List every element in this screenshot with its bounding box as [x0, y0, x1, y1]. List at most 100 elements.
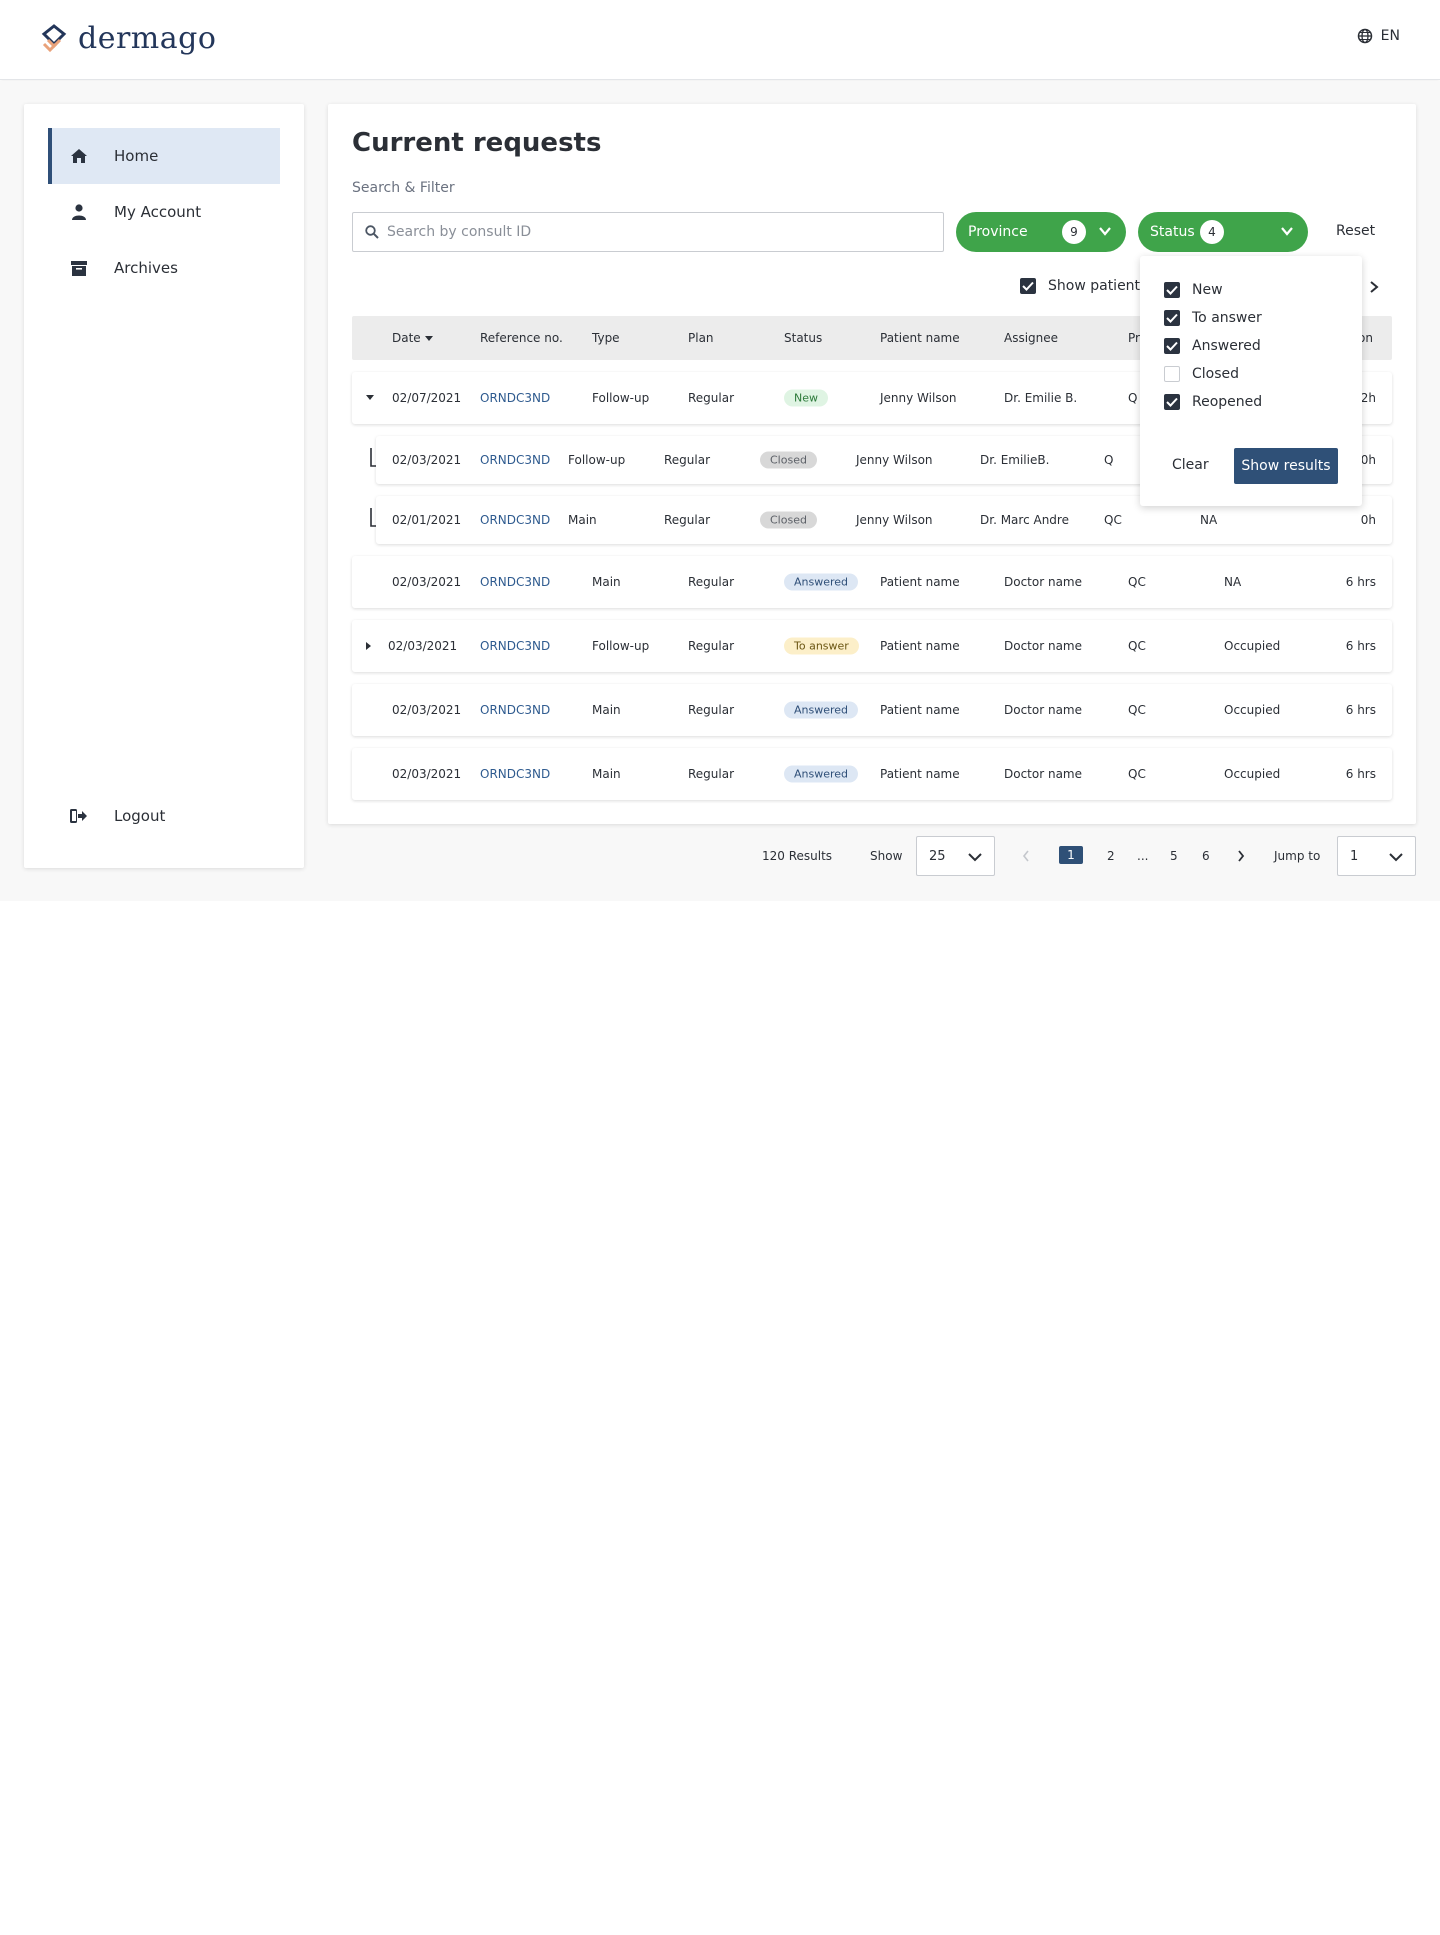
status-option-to-answer[interactable]: To answer [1164, 310, 1262, 326]
page-size-select[interactable]: 25 [916, 836, 995, 876]
status-option-answered[interactable]: Answered [1164, 338, 1261, 354]
clear-button[interactable]: Clear [1172, 457, 1209, 473]
cell-type: Main [568, 513, 597, 527]
cell-assignee: Doctor name [1004, 703, 1083, 717]
home-icon [66, 148, 92, 164]
checkbox-checked[interactable] [1164, 338, 1180, 354]
checkbox-checked[interactable] [1020, 278, 1036, 294]
show-patients-label: Show patients [1048, 278, 1148, 294]
sidebar-item-home[interactable]: Home [48, 128, 280, 184]
column-header-status[interactable]: Status [784, 331, 822, 345]
show-results-button[interactable]: Show results [1234, 448, 1338, 484]
cell-patient-name: Jenny Wilson [856, 453, 933, 467]
status-badge: Answered [784, 701, 859, 719]
status-option-label: Answered [1192, 338, 1261, 354]
logo[interactable]: dermago [38, 20, 216, 56]
page-2-button[interactable]: 2 [1107, 849, 1115, 863]
next-page-icon[interactable] [1237, 850, 1245, 862]
globe-icon [1357, 28, 1372, 44]
status-filter[interactable]: Status 4 [1138, 212, 1308, 252]
column-header-type[interactable]: Type [592, 331, 620, 345]
jump-to-select[interactable]: 1 [1337, 836, 1416, 876]
column-header-plan[interactable]: Plan [688, 331, 714, 345]
status-badge: Closed [760, 451, 817, 469]
reset-button[interactable]: Reset [1336, 223, 1375, 239]
cell-availability: Occupied [1224, 703, 1281, 717]
reference-link[interactable]: ORNDC3ND [480, 703, 550, 717]
show-patients-toggle[interactable]: Show patients [1020, 278, 1147, 294]
cell-province: QC [1104, 513, 1122, 527]
status-filter-label: Status [1150, 224, 1195, 240]
status-dropdown-panel: New To answer Answered Closed Reopened C… [1140, 256, 1362, 506]
status-option-reopened[interactable]: Reopened [1164, 394, 1262, 410]
chevron-right-icon[interactable] [1368, 280, 1380, 294]
cell-availability: NA [1200, 513, 1218, 527]
cell-patient-name: Patient name [880, 575, 960, 589]
checkbox-checked[interactable] [1164, 394, 1180, 410]
sort-down-icon [424, 336, 433, 341]
status-option-closed[interactable]: Closed [1164, 366, 1239, 382]
caret-right-icon[interactable] [366, 642, 372, 650]
cell-plan: Regular [664, 453, 711, 467]
prev-page-icon[interactable] [1022, 850, 1030, 862]
status-badge: To answer [784, 637, 859, 655]
table-row[interactable]: 02/03/2021 ORNDC3ND Main Regular Answere… [352, 748, 1392, 800]
column-header-patient-name[interactable]: Patient name [880, 331, 960, 345]
checkbox-unchecked[interactable] [1164, 366, 1180, 382]
reference-link[interactable]: ORNDC3ND [480, 391, 550, 405]
status-option-new[interactable]: New [1164, 282, 1223, 298]
jump-to-label: Jump to [1274, 849, 1321, 863]
cell-assignee: Dr. Emilie B. [1004, 391, 1078, 405]
cell-province: QC [1128, 767, 1146, 781]
page-5-button[interactable]: 5 [1170, 849, 1178, 863]
cell-assignee: Doctor name [1004, 639, 1083, 653]
province-count-badge: 9 [1062, 220, 1086, 244]
reference-link[interactable]: ORNDC3ND [480, 575, 550, 589]
status-badge: Answered [784, 573, 859, 591]
checkmark-icon [1166, 285, 1178, 295]
column-header-reference[interactable]: Reference no. [480, 331, 563, 345]
column-header-assignee[interactable]: Assignee [1004, 331, 1058, 345]
cell-type: Main [592, 767, 621, 781]
checkbox-checked[interactable] [1164, 310, 1180, 326]
cell-type: Follow-up [592, 391, 650, 405]
cell-patient-name: Jenny Wilson [880, 391, 957, 405]
search-box[interactable] [352, 212, 944, 252]
status-badge: Answered [784, 765, 859, 783]
sidebar-item-archives[interactable]: Archives [48, 240, 280, 296]
reference-link[interactable]: ORNDC3ND [480, 767, 550, 781]
chevron-down-icon [1099, 227, 1111, 236]
cell-province: QC [1128, 575, 1146, 589]
language-label: EN [1380, 28, 1400, 44]
cell-patient-name: Jenny Wilson [856, 513, 933, 527]
filter-label: Search & Filter [352, 180, 455, 196]
cell-date: 02/01/2021 [392, 513, 462, 527]
cell-date: 02/03/2021 [392, 575, 462, 589]
checkbox-checked[interactable] [1164, 282, 1180, 298]
language-selector[interactable]: EN [1357, 28, 1400, 44]
province-filter-label: Province [968, 224, 1028, 240]
table-row[interactable]: 02/03/2021 ORNDC3ND Main Regular Answere… [352, 556, 1392, 608]
chevron-down-icon [1281, 227, 1293, 236]
archive-icon [66, 260, 92, 276]
page-1-button[interactable]: 1 [1059, 846, 1083, 864]
table-row[interactable]: 02/03/2021 ORNDC3ND Main Regular Answere… [352, 684, 1392, 736]
reference-link[interactable]: ORNDC3ND [480, 513, 550, 527]
cell-date: 02/07/2021 [392, 391, 462, 405]
cell-time: 6 hrs [1345, 767, 1376, 781]
sidebar-item-my-account[interactable]: My Account [48, 184, 280, 240]
reference-link[interactable]: ORNDC3ND [480, 639, 550, 653]
page-6-button[interactable]: 6 [1202, 849, 1210, 863]
column-header-date[interactable]: Date [392, 331, 433, 345]
chevron-down-icon [1389, 853, 1403, 862]
column-header-province[interactable]: Pr [1128, 331, 1140, 345]
user-icon [66, 204, 92, 220]
province-filter[interactable]: Province 9 [956, 212, 1126, 252]
logout-icon [66, 809, 92, 823]
table-row[interactable]: 02/03/2021 ORNDC3ND Follow-up Regular To… [352, 620, 1392, 672]
search-input[interactable] [387, 224, 927, 240]
status-option-label: New [1192, 282, 1223, 298]
reference-link[interactable]: ORNDC3ND [480, 453, 550, 467]
top-bar: dermago EN [0, 0, 1440, 80]
caret-down-icon[interactable] [366, 395, 374, 401]
